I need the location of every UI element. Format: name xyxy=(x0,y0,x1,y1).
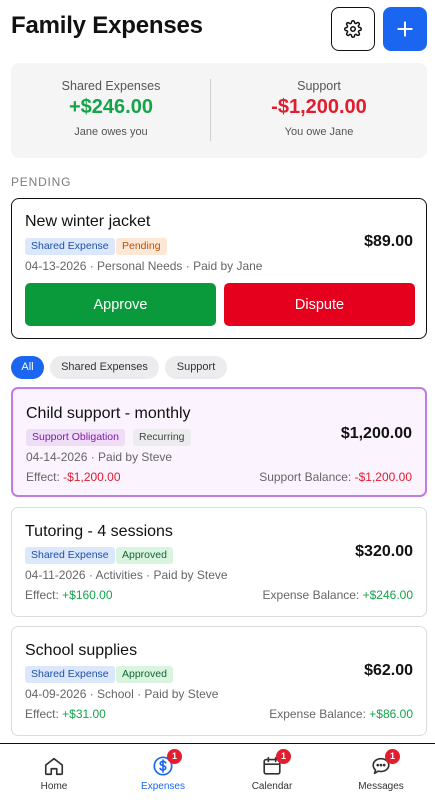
filter-chip-shared-expenses[interactable]: Shared Expenses xyxy=(50,356,159,379)
expense-card[interactable]: Tutoring - 4 sessions Shared Expense App… xyxy=(11,507,427,617)
bottom-tab-bar: Home 1 Expenses 1 Calendar 1 Messages xyxy=(0,743,435,800)
filter-chip-all[interactable]: All xyxy=(11,356,44,379)
expense-meta: 04-11-2026 · Activities · Paid by Steve xyxy=(25,568,228,582)
status-badge: Approved xyxy=(116,666,173,683)
expense-meta: 04-13-2026 · Personal Needs · Paid by Ja… xyxy=(25,259,263,273)
shared-expenses-note: Jane owes you xyxy=(74,126,148,138)
balance-value: +$86.00 xyxy=(369,707,413,721)
expense-balance: Support Balance: -$1,200.00 xyxy=(259,470,412,484)
approve-button[interactable]: Approve xyxy=(25,283,216,326)
notification-badge: 1 xyxy=(276,749,291,764)
tab-label: Messages xyxy=(358,781,404,792)
expense-meta: 04-09-2026 · School · Paid by Steve xyxy=(25,687,219,701)
status-badge: Approved xyxy=(116,547,173,564)
status-badge: Pending xyxy=(116,238,167,255)
category-badge: Shared Expense xyxy=(25,238,115,255)
expense-card[interactable]: School supplies Shared Expense Approved … xyxy=(11,626,427,736)
expense-amount: $1,200.00 xyxy=(340,425,412,442)
plus-icon xyxy=(397,21,413,37)
expense-title: Child support - monthly xyxy=(26,405,191,422)
support-label: Support xyxy=(297,79,341,93)
expense-title: New winter jacket xyxy=(25,213,151,230)
shared-expenses-label: Shared Expenses xyxy=(61,79,161,93)
tab-expenses[interactable]: 1 Expenses xyxy=(109,744,217,800)
effect-value: -$1,200.00 xyxy=(63,470,121,484)
header: Family Expenses xyxy=(0,0,435,60)
tab-label: Home xyxy=(40,781,68,792)
notification-badge: 1 xyxy=(385,749,400,764)
category-badge: Shared Expense xyxy=(25,547,115,564)
expense-amount: $320.00 xyxy=(355,543,413,560)
expense-effect: Effect: +$31.00 xyxy=(25,707,106,721)
effect-label: Effect: xyxy=(26,470,60,484)
home-icon xyxy=(44,757,64,776)
category-badge: Shared Expense xyxy=(25,666,115,683)
balance-label: Expense Balance: xyxy=(269,707,366,721)
tab-calendar[interactable]: 1 Calendar xyxy=(218,744,326,800)
expense-balance: Expense Balance: +$246.00 xyxy=(263,588,413,602)
pending-expense-card[interactable]: New winter jacket Shared Expense Pending… xyxy=(11,198,427,339)
expense-effect: Effect: +$160.00 xyxy=(25,588,113,602)
balance-value: +$246.00 xyxy=(362,588,413,602)
add-expense-button[interactable] xyxy=(383,7,427,51)
support-summary: Support -$1,200.00 You owe Jane xyxy=(211,63,427,158)
support-value: -$1,200.00 xyxy=(271,96,367,118)
balance-label: Support Balance: xyxy=(259,470,352,484)
filter-chip-support[interactable]: Support xyxy=(165,356,227,379)
dispute-button[interactable]: Dispute xyxy=(224,283,415,326)
expense-amount: $89.00 xyxy=(364,233,413,250)
effect-label: Effect: xyxy=(25,588,59,602)
effect-value: +$31.00 xyxy=(62,707,106,721)
category-badge: Support Obligation xyxy=(26,429,125,446)
expense-meta: 04-14-2026 · Paid by Steve xyxy=(26,450,173,464)
expense-effect: Effect: -$1,200.00 xyxy=(26,470,121,484)
settings-button[interactable] xyxy=(331,7,375,51)
status-badge: Recurring xyxy=(133,429,191,446)
expense-balance: Expense Balance: +$86.00 xyxy=(269,707,413,721)
expense-title: School supplies xyxy=(25,642,138,659)
expense-card[interactable]: Child support - monthly Support Obligati… xyxy=(11,387,427,497)
balance-value: -$1,200.00 xyxy=(354,470,412,484)
expense-title: Tutoring - 4 sessions xyxy=(25,523,173,540)
shared-expenses-summary: Shared Expenses +$246.00 Jane owes you xyxy=(11,63,211,158)
effect-value: +$160.00 xyxy=(62,588,113,602)
balance-summary: Shared Expenses +$246.00 Jane owes you S… xyxy=(11,63,427,158)
balance-label: Expense Balance: xyxy=(262,588,360,602)
page-title: Family Expenses xyxy=(11,12,203,39)
tab-home[interactable]: Home xyxy=(0,744,108,800)
tab-messages[interactable]: 1 Messages xyxy=(327,744,435,800)
tab-label: Expenses xyxy=(141,781,185,792)
shared-expenses-value: +$246.00 xyxy=(69,96,153,118)
tab-label: Calendar xyxy=(251,781,293,792)
gear-icon xyxy=(344,20,362,38)
effect-label: Effect: xyxy=(25,707,59,721)
notification-badge: 1 xyxy=(167,749,182,764)
support-note: You owe Jane xyxy=(284,126,354,138)
expense-amount: $62.00 xyxy=(364,662,413,679)
pending-section-label: PENDING xyxy=(11,175,72,189)
